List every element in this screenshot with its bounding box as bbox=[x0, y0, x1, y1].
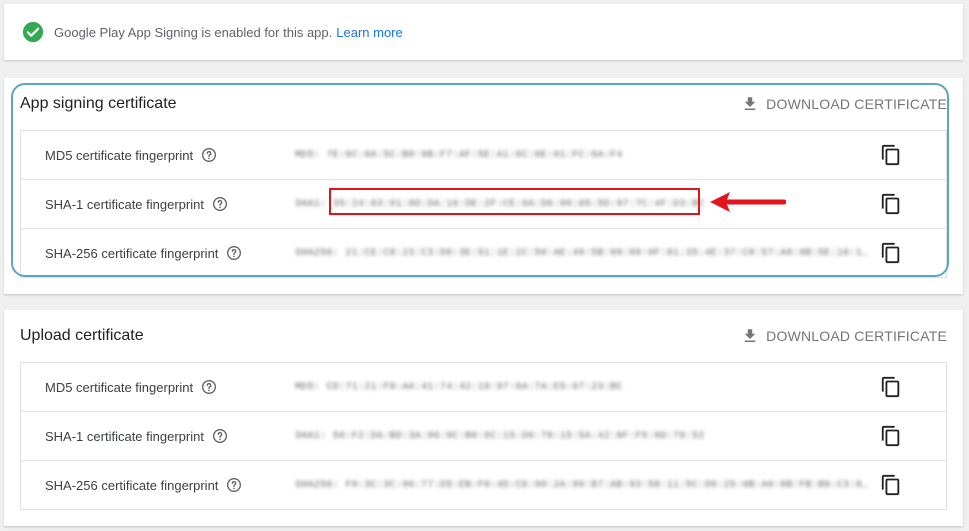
help-circle-icon[interactable] bbox=[212, 196, 228, 212]
upload-certificate-section: Upload certificate DOWNLOAD CERTIFICATE … bbox=[4, 310, 963, 526]
fingerprint-value: MD5: CD:71:21:F8:AA:41:74:42:19:97:6A:7A… bbox=[295, 381, 623, 393]
fingerprint-value: SHA256: F0:3C:3C:96:77:D5:EB:F0:4D:CD:90… bbox=[295, 479, 870, 491]
row-label: SHA-1 certificate fingerprint bbox=[45, 196, 204, 212]
check-circle-icon bbox=[22, 21, 44, 43]
section-title: App signing certificate bbox=[20, 95, 177, 112]
help-circle-icon[interactable] bbox=[226, 477, 242, 493]
table-row: SHA-1 certificate fingerprint SHA1: 56:F… bbox=[21, 412, 946, 461]
download-label: DOWNLOAD CERTIFICATE bbox=[766, 96, 947, 112]
app-signing-banner: Google Play App Signing is enabled for t… bbox=[4, 4, 963, 60]
table-row: MD5 certificate fingerprint MD5: 7E:6C:8… bbox=[21, 131, 946, 180]
table-row: SHA-1 certificate fingerprint SHA1: 35:2… bbox=[21, 180, 946, 229]
learn-more-link[interactable]: Learn more bbox=[336, 25, 402, 40]
copy-icon[interactable] bbox=[880, 376, 902, 398]
copy-icon[interactable] bbox=[880, 425, 902, 447]
fingerprint-table: MD5 certificate fingerprint MD5: 7E:6C:8… bbox=[20, 130, 947, 278]
fingerprint-value: SHA256: 21:CE:C8:23:C3:D6:3E:51:1E:2C:50… bbox=[295, 247, 870, 259]
download-certificate-button[interactable]: DOWNLOAD CERTIFICATE bbox=[741, 95, 947, 113]
copy-icon[interactable] bbox=[880, 144, 902, 166]
help-circle-icon[interactable] bbox=[212, 428, 228, 444]
table-row: SHA-256 certificate fingerprint SHA256: … bbox=[21, 229, 946, 277]
copy-icon[interactable] bbox=[880, 242, 902, 264]
table-row: SHA-256 certificate fingerprint SHA256: … bbox=[21, 461, 946, 509]
red-arrow-icon bbox=[710, 192, 786, 212]
copy-icon[interactable] bbox=[880, 474, 902, 496]
download-label: DOWNLOAD CERTIFICATE bbox=[766, 328, 947, 344]
section-title: Upload certificate bbox=[20, 327, 144, 344]
fingerprint-value: MD5: 7E:6C:8A:5C:B0:9B:F7:AF:5E:A1:6C:0E… bbox=[295, 149, 623, 161]
help-circle-icon[interactable] bbox=[201, 147, 217, 163]
banner-text: Google Play App Signing is enabled for t… bbox=[54, 24, 333, 40]
row-label: SHA-256 certificate fingerprint bbox=[45, 245, 219, 261]
download-certificate-button[interactable]: DOWNLOAD CERTIFICATE bbox=[741, 327, 947, 345]
table-row: MD5 certificate fingerprint MD5: CD:71:2… bbox=[21, 363, 946, 412]
download-icon bbox=[744, 329, 756, 342]
copy-icon[interactable] bbox=[880, 193, 902, 215]
help-circle-icon[interactable] bbox=[201, 379, 217, 395]
row-label: SHA-256 certificate fingerprint bbox=[45, 477, 219, 493]
row-label: MD5 certificate fingerprint bbox=[45, 379, 194, 395]
download-icon bbox=[744, 97, 756, 110]
help-circle-icon[interactable] bbox=[226, 245, 242, 261]
row-label: SHA-1 certificate fingerprint bbox=[45, 428, 204, 444]
app-signing-certificate-section: App signing certificate DOWNLOAD CERTIFI… bbox=[4, 78, 963, 294]
fingerprint-table: MD5 certificate fingerprint MD5: CD:71:2… bbox=[20, 362, 947, 510]
row-label: MD5 certificate fingerprint bbox=[45, 147, 194, 163]
fingerprint-value: SHA1: 56:F2:DA:BD:3A:06:0C:B0:6C:15:D6:7… bbox=[295, 430, 705, 442]
